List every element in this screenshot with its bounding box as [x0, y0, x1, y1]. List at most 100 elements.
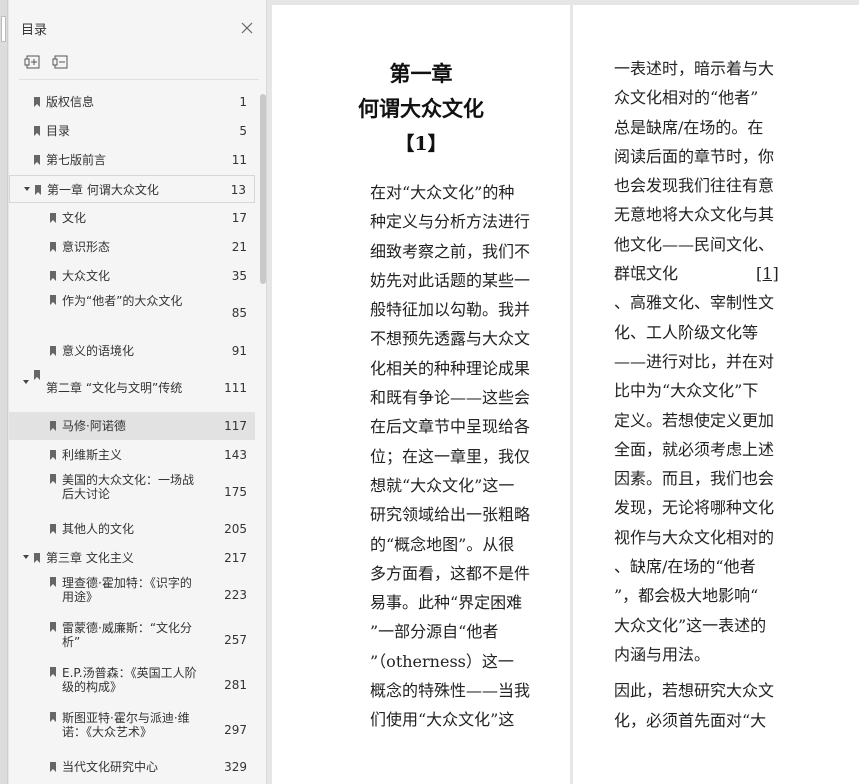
toc-item[interactable]: 大众文化 35: [9, 262, 255, 290]
text-line: 他文化——民间文化、: [614, 230, 784, 259]
text-line-content: 群氓文化: [614, 264, 679, 284]
toc-item-page: 91: [231, 344, 247, 358]
text-line: 细致考察之前，我们不: [370, 241, 531, 261]
text-line-content: 大众文化”这一表述的: [614, 615, 767, 635]
text-line-content: ”，都会极大地影响“: [614, 586, 759, 606]
toc-item-label: 美国的大众文化：一场战后大讨论: [62, 473, 195, 501]
text-line-content: 众文化相对的“他者”: [614, 88, 759, 108]
toc-item-label: 意义的语境化: [62, 344, 135, 358]
toc-item[interactable]: 第三章 文化主义 217: [9, 544, 255, 572]
text-line-content: 因素。而且，我们也会: [614, 469, 775, 489]
toc-item[interactable]: 雷蒙德·威廉斯：“文化分析” 257: [9, 618, 255, 662]
bookmark-icon: [50, 421, 56, 431]
toc-item[interactable]: 第二章 “文化与文明”传统 111: [9, 366, 255, 410]
text-line: ”（otherness）这一: [370, 651, 514, 671]
text-line: 的“概念地图”。从很: [370, 534, 515, 554]
toc-panel: 目录 版权信息 1 目录 5 第七版前言 11 第一章 何谓大众文化 13 文化 17 意识形态 21…: [9, 0, 267, 784]
text-line-content: 阅读后面的章节时，你: [614, 146, 775, 166]
text-line: 位；在这一章里，我仅: [370, 446, 531, 466]
toc-item[interactable]: 目录 5: [9, 117, 255, 145]
left-panel-edge: [0, 0, 8, 784]
toc-item-page: 21: [231, 240, 247, 254]
toc-item-page: 223: [224, 588, 247, 602]
document-view: 第一章 何谓大众文化 【1】 在对“大众文化”的种 种定义与分析方法进行 细致考察之…: [268, 0, 859, 784]
toc-item-label: 斯图亚特·霍尔与派迪·维诺：《大众艺术》: [62, 711, 190, 739]
expand-all-icon[interactable]: [23, 52, 43, 72]
text-line: 因此，若想研究大众文: [614, 681, 775, 701]
toc-item-label: E.P.汤普森：《英国工人阶级的构成》: [62, 666, 197, 694]
expand-arrow-icon[interactable]: [23, 555, 29, 559]
right-body-text: 一表述时，暗示着与大 众文化相对的“他者” 总是缺席/在场的。在 阅读后面的章节时，你…: [614, 54, 784, 735]
expand-arrow-icon[interactable]: [23, 380, 29, 384]
text-line: 、缺席/在场的“他者: [614, 552, 784, 581]
footnote-ref-link[interactable]: [1]: [756, 264, 779, 283]
bookmark-icon: [50, 622, 56, 632]
chapter-note-link[interactable]: 【1】: [272, 129, 570, 156]
text-line: ”，都会极大地影响“: [614, 581, 784, 610]
text-line: 多方面看，这都不是件: [370, 563, 531, 583]
toc-item[interactable]: 其他人的文化 205: [9, 515, 255, 543]
text-line: 化相关的种种理论成果: [370, 358, 531, 378]
toc-item[interactable]: E.P.汤普森：《英国工人阶级的构成》 281: [9, 663, 255, 707]
toc-item[interactable]: 理查德·霍加特：《识字的用途》 223: [9, 573, 255, 617]
toc-item[interactable]: 版权信息 1: [9, 88, 255, 116]
text-line-content: ——进行对比，并在对: [614, 351, 775, 371]
text-line: 们使用“大众文化”这: [370, 710, 515, 730]
toc-item[interactable]: 第一章 何谓大众文化 13: [9, 175, 255, 203]
bookmark-icon: [50, 295, 56, 305]
toc-item-page: 297: [224, 723, 247, 737]
text-line: 化、工人阶级文化等: [614, 318, 784, 347]
toc-item[interactable]: 当代文化研究中心 329: [9, 753, 255, 781]
text-line: 因素。而且，我们也会: [614, 464, 784, 493]
toc-item-page: 5: [239, 124, 247, 138]
bookmark-icon: [50, 242, 56, 252]
text-line-content: 一表述时，暗示着与大: [614, 59, 775, 78]
text-line: 众文化相对的“他者”: [614, 83, 784, 112]
toc-item-page: 11: [231, 153, 247, 167]
toc-item[interactable]: 马修·阿诺德 117: [9, 412, 255, 440]
text-line: 种定义与分析方法进行: [370, 212, 531, 232]
toc-item[interactable]: 意义的语境化 91: [9, 337, 255, 365]
panel-tab[interactable]: [1, 16, 6, 42]
toc-item-page: 35: [231, 269, 247, 283]
toc-item[interactable]: 美国的大众文化：一场战后大讨论 175: [9, 470, 255, 514]
text-line: 妨先对此话题的某些一: [370, 270, 531, 290]
text-line: 比中为“大众文化”下: [614, 376, 784, 405]
text-line: 无意地将大众文化与其: [614, 200, 784, 229]
text-line: 阅读后面的章节时，你: [614, 142, 784, 171]
text-line: 全面，就必须考虑上述: [614, 435, 784, 464]
toc-item-page: 175: [224, 485, 247, 499]
toc-title: 目录: [21, 23, 48, 38]
toc-item[interactable]: 作为“他者”的大众文化 85: [9, 291, 255, 335]
toc-scrollbar[interactable]: [260, 94, 266, 284]
toc-item-page: 217: [224, 551, 247, 565]
expand-arrow-icon[interactable]: [24, 187, 30, 191]
text-line-content: 总是缺席/在场的。在: [614, 117, 764, 137]
text-line-content: 无意地将大众文化与其: [614, 205, 775, 225]
bookmark-icon: [35, 185, 41, 195]
toc-item[interactable]: 利维斯主义 143: [9, 441, 255, 469]
text-line: 般特征加以勾勒。我并: [370, 300, 531, 320]
collapse-all-icon[interactable]: [51, 52, 71, 72]
bookmark-icon: [50, 667, 56, 677]
bookmark-icon: [50, 450, 56, 460]
toc-item-label: 第七版前言: [46, 153, 107, 167]
bookmark-icon: [50, 346, 56, 356]
toc-item-label: 其他人的文化: [62, 522, 135, 536]
toc-item-label: 马修·阿诺德: [62, 419, 126, 433]
toc-item-page: 85: [231, 306, 247, 320]
toc-item[interactable]: 斯图亚特·霍尔与派迪·维诺：《大众艺术》 297: [9, 708, 255, 752]
page-right: 一表述时，暗示着与大 众文化相对的“他者” 总是缺席/在场的。在 阅读后面的章节时，你…: [573, 5, 859, 784]
text-line-content: 发现，无论将哪种文化: [614, 498, 775, 518]
bookmark-icon: [50, 271, 56, 281]
toc-item[interactable]: 意识形态 21: [9, 233, 255, 261]
toc-item-label: 理查德·霍加特：《识字的用途》: [62, 576, 192, 604]
toc-item[interactable]: 文化 17: [9, 204, 255, 232]
toc-item-page: 281: [224, 678, 247, 692]
text-line-content: 视作与大众文化相对的: [614, 527, 775, 547]
toc-item[interactable]: 第七版前言 11: [9, 146, 255, 174]
bookmark-icon: [50, 712, 56, 722]
close-icon[interactable]: [239, 20, 255, 36]
text-line: 化，必须首先面对“大: [614, 710, 767, 730]
